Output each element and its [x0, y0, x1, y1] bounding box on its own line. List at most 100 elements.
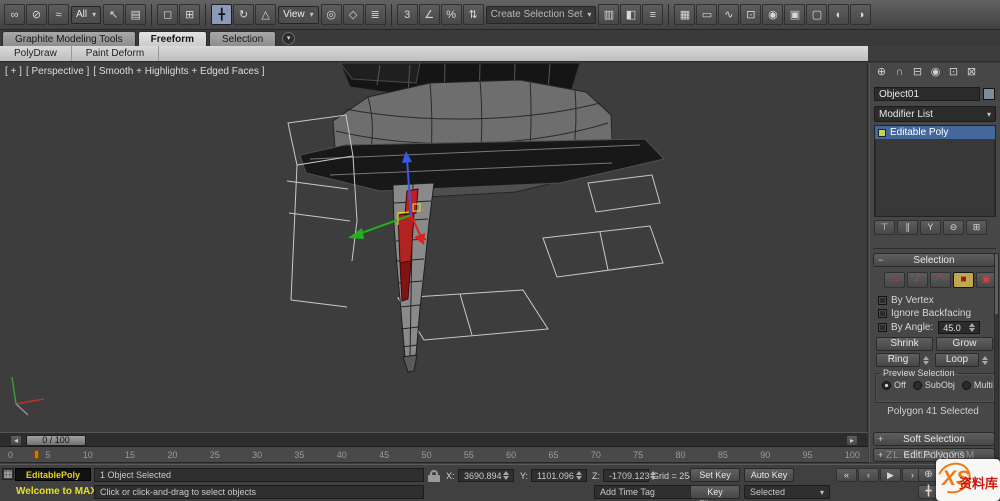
- select-and-move-icon[interactable]: ╋: [211, 4, 233, 25]
- select-and-manipulate-icon[interactable]: ◇: [342, 4, 364, 25]
- ribbon-panel-paint-deform[interactable]: Paint Deform: [72, 46, 160, 61]
- reference-coordinate-dropdown[interactable]: View: [278, 5, 319, 24]
- object-name-field[interactable]: Object01: [874, 87, 980, 101]
- select-and-scale-icon[interactable]: △: [255, 4, 277, 25]
- viewport-shading-menu[interactable]: [ Smooth + Highlights + Edged Faces ]: [93, 66, 264, 77]
- render-setup-icon[interactable]: ▣: [784, 4, 806, 25]
- snap-toggle-3d-icon[interactable]: 3: [396, 4, 418, 25]
- align-icon[interactable]: ≡: [642, 4, 664, 25]
- ignore-backfacing-checkbox[interactable]: Ignore Backfacing: [878, 307, 971, 319]
- object-color-swatch[interactable]: [983, 88, 995, 100]
- tab-selection[interactable]: Selection: [209, 31, 277, 46]
- spinner-arrows[interactable]: [576, 471, 585, 480]
- tab-freeform[interactable]: Freeform: [137, 31, 208, 46]
- configure-modifier-sets-icon[interactable]: ⊞: [966, 220, 987, 235]
- loop-spinner[interactable]: [982, 355, 991, 365]
- border-mode-icon[interactable]: ◠: [930, 272, 951, 288]
- maxscript-mini-listener-icon[interactable]: ▦: [2, 468, 14, 480]
- key-filters-button[interactable]: Key Filters...: [690, 485, 740, 501]
- ring-spinner[interactable]: [923, 355, 932, 365]
- set-key-button[interactable]: Set Key: [690, 468, 740, 482]
- viewport-pov-menu[interactable]: [ Perspective ]: [26, 66, 89, 77]
- hierarchy-tab-icon[interactable]: ⊟: [909, 64, 926, 81]
- previous-frame-arrow[interactable]: ◂: [10, 435, 22, 446]
- viewport-general-menu[interactable]: [ + ]: [5, 66, 22, 77]
- selection-lock-toggle[interactable]: [428, 470, 440, 483]
- time-slider-track[interactable]: ◂ 0 / 100 ▸: [0, 432, 868, 447]
- keyboard-override-icon[interactable]: ≣: [364, 4, 386, 25]
- stack-entry-editable-poly[interactable]: Editable Poly: [875, 126, 995, 139]
- select-and-link-icon[interactable]: ∞: [4, 4, 25, 25]
- tab-graphite-modeling-tools[interactable]: Graphite Modeling Tools: [2, 31, 136, 46]
- time-slider-handle[interactable]: 0 / 100: [26, 435, 86, 446]
- pin-stack-icon[interactable]: ⊤: [874, 220, 895, 235]
- make-unique-icon[interactable]: Y: [920, 220, 941, 235]
- render-production-icon[interactable]: ◐: [828, 4, 850, 25]
- previous-frame-button[interactable]: ‹: [858, 468, 879, 482]
- select-object-icon[interactable]: ↖: [103, 4, 125, 25]
- edit-named-selections-icon[interactable]: ▥: [598, 4, 620, 25]
- ribbon-panel-polydraw[interactable]: PolyDraw: [0, 46, 72, 61]
- window-crossing-icon[interactable]: ⊞: [179, 4, 201, 25]
- motion-tab-icon[interactable]: ◉: [927, 64, 944, 81]
- utilities-tab-icon[interactable]: ⊠: [963, 64, 980, 81]
- unlink-selection-icon[interactable]: ⊘: [26, 4, 47, 25]
- modifier-stack-list[interactable]: Editable Poly: [874, 125, 996, 217]
- y-coord-field[interactable]: 1101.096: [531, 469, 587, 482]
- panel-scrollbar[interactable]: [994, 253, 999, 459]
- ribbon-minimize-icon[interactable]: ▾: [282, 32, 296, 45]
- add-time-tag[interactable]: Add Time Tag: [594, 485, 692, 499]
- preview-subobj-radio[interactable]: SubObj: [912, 380, 955, 390]
- go-to-start-button[interactable]: «: [836, 468, 857, 482]
- maxscript-listener-field[interactable]: EditablePoly: [15, 468, 91, 481]
- select-and-rotate-icon[interactable]: ↻: [233, 4, 255, 25]
- by-angle-checkbox[interactable]: By Angle:: [878, 322, 933, 334]
- selection-filter-dropdown[interactable]: All: [71, 5, 102, 24]
- use-pivot-center-icon[interactable]: ◎: [320, 4, 342, 25]
- key-mode-dropdown[interactable]: Selected: [744, 485, 830, 499]
- select-by-name-icon[interactable]: ▤: [125, 4, 147, 25]
- ring-button[interactable]: Ring: [876, 353, 920, 367]
- next-frame-arrow[interactable]: ▸: [846, 435, 858, 446]
- preview-off-radio[interactable]: Off: [882, 380, 906, 390]
- preview-multi-radio[interactable]: Multi: [961, 380, 993, 390]
- schematic-view-icon[interactable]: ⊡: [740, 4, 762, 25]
- layer-manager-icon[interactable]: ▦: [674, 4, 696, 25]
- create-tab-icon[interactable]: ⊕: [873, 64, 890, 81]
- polygon-mode-icon[interactable]: ■: [953, 272, 974, 288]
- z-coord-field[interactable]: -1709.123: [603, 469, 656, 482]
- spinner-arrows[interactable]: [969, 323, 978, 332]
- bind-to-space-warp-icon[interactable]: ≈: [48, 4, 69, 25]
- remove-modifier-icon[interactable]: ⊖: [943, 220, 964, 235]
- rendered-frame-icon[interactable]: ▢: [806, 4, 828, 25]
- named-selection-sets-combo[interactable]: Create Selection Set: [485, 5, 597, 24]
- mirror-icon[interactable]: ◧: [620, 4, 642, 25]
- spinner-snap-icon[interactable]: ⇅: [462, 4, 484, 25]
- scrollbar-thumb[interactable]: [995, 254, 998, 314]
- vertex-mode-icon[interactable]: ∴: [884, 272, 905, 288]
- perspective-viewport[interactable]: [ + ] [ Perspective ] [ Smooth + Highlig…: [0, 63, 868, 432]
- track-bar[interactable]: 0 5 10 15 20 25 30 35 40 45 50 55 60 65 70 75 80 85 90 95 10…: [0, 447, 868, 463]
- auto-key-button[interactable]: Auto Key: [744, 468, 794, 482]
- display-tab-icon[interactable]: ⊡: [945, 64, 962, 81]
- percent-snap-icon[interactable]: %: [440, 4, 462, 25]
- rollout-selection-header[interactable]: − Selection: [873, 253, 995, 267]
- edge-mode-icon[interactable]: ∕: [907, 272, 928, 288]
- graphite-ribbon-toggle-icon[interactable]: ▭: [696, 4, 718, 25]
- angle-snap-icon[interactable]: ∠: [418, 4, 440, 25]
- track-bar-marker[interactable]: [34, 450, 39, 459]
- material-editor-icon[interactable]: ◉: [762, 4, 784, 25]
- loop-button[interactable]: Loop: [935, 353, 979, 367]
- viewport-canvas[interactable]: [0, 63, 868, 432]
- curve-editor-icon[interactable]: ∿: [718, 4, 740, 25]
- quick-render-icon[interactable]: ◑: [850, 4, 872, 25]
- rollout-soft-selection-header[interactable]: + Soft Selection: [873, 432, 995, 446]
- show-end-result-icon[interactable]: ∥: [897, 220, 918, 235]
- modify-tab-icon[interactable]: ∩: [891, 64, 908, 81]
- spinner-arrows[interactable]: [503, 471, 512, 480]
- by-angle-field[interactable]: 45.0: [938, 321, 981, 334]
- x-coord-field[interactable]: 3690.894: [458, 469, 514, 482]
- play-button[interactable]: ▶: [880, 468, 901, 482]
- shrink-button[interactable]: Shrink: [876, 337, 933, 351]
- by-vertex-checkbox[interactable]: By Vertex: [878, 294, 934, 306]
